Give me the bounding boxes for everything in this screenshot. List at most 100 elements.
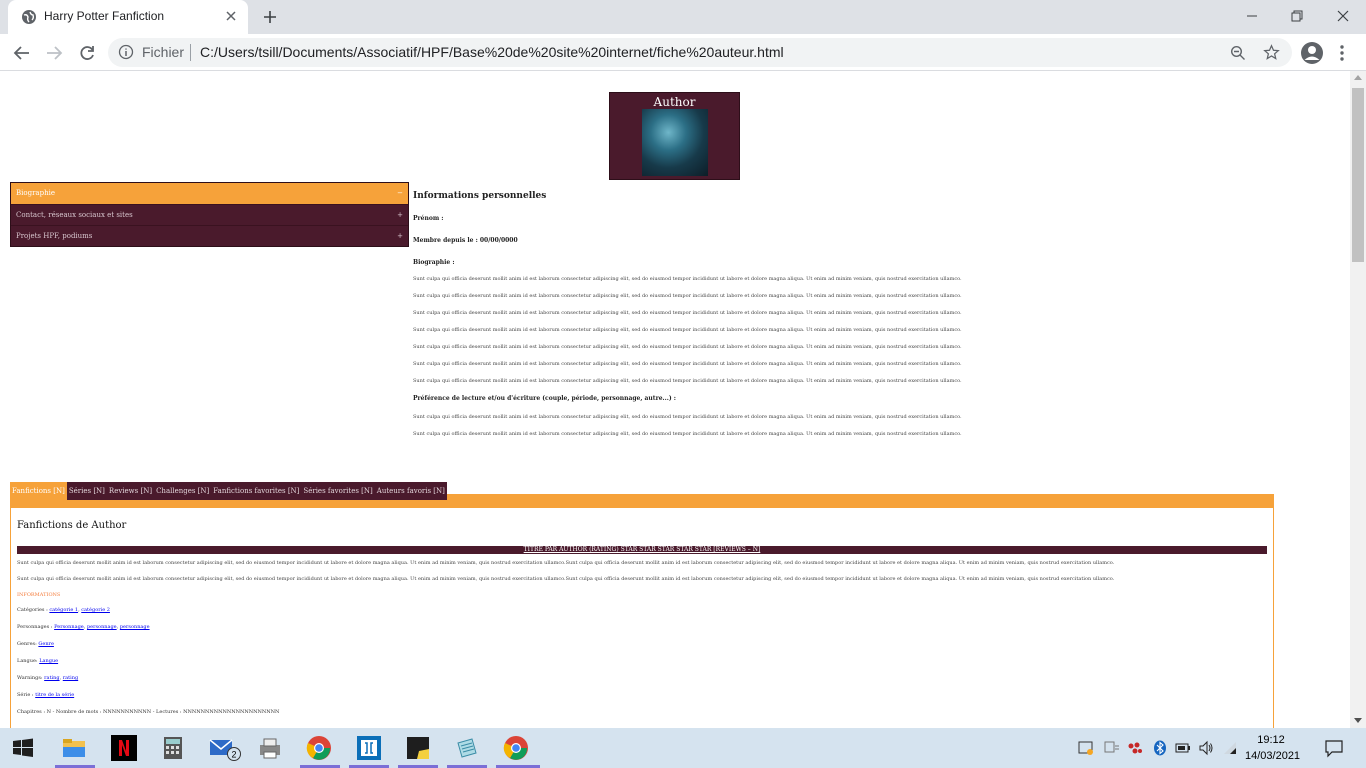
bluetooth-icon[interactable] <box>1152 740 1168 756</box>
accordion-item-biographie[interactable]: Biographie − <box>11 183 408 204</box>
notepad-icon[interactable] <box>454 735 480 761</box>
file-explorer-icon[interactable] <box>61 735 87 761</box>
mail-icon[interactable]: 2 <box>208 735 242 761</box>
tray-red-app-icon[interactable] <box>1127 740 1143 756</box>
expand-icon: + <box>397 232 403 240</box>
language-link[interactable]: Langue <box>39 658 58 664</box>
scroll-down-arrow-icon[interactable] <box>1354 718 1362 723</box>
mail-badge: 2 <box>231 750 236 760</box>
profile-avatar-icon[interactable] <box>1300 41 1324 65</box>
tab-series-favorites[interactable]: Séries favorites [N] <box>301 482 374 500</box>
restore-icon[interactable] <box>1287 6 1307 26</box>
pref-paragraph: Sunt culpa qui officia deserunt mollit a… <box>413 431 962 437</box>
close-tab-icon[interactable] <box>224 9 238 23</box>
accordion-item-projets[interactable]: Projets HPF, podiums + <box>11 225 408 246</box>
chrome-icon[interactable] <box>503 735 529 761</box>
zoom-icon[interactable] <box>1230 45 1246 61</box>
bookmark-star-icon[interactable] <box>1263 44 1280 61</box>
windows-start-icon[interactable] <box>12 738 34 758</box>
notifications-icon[interactable] <box>1324 738 1344 758</box>
printer-icon[interactable] <box>257 735 283 761</box>
tray-device-icon[interactable] <box>1104 740 1120 756</box>
series-link[interactable]: titre de la série <box>35 692 74 698</box>
genre-link[interactable]: Genre <box>38 641 54 647</box>
tab-fanfictions[interactable]: Fanfictions [N] <box>10 482 67 500</box>
globe-icon <box>22 10 36 24</box>
new-tab-icon[interactable] <box>262 9 278 25</box>
accordion-label: Biographie <box>16 189 55 197</box>
menu-kebab-icon[interactable] <box>1336 43 1348 63</box>
row-label: Catégories : <box>17 607 48 613</box>
prenom-label: Prénom : <box>413 215 444 222</box>
browser-tabstrip: Harry Potter Fanfiction <box>0 0 1366 34</box>
fic-summary: Sunt culpa qui officia deserunt mollit a… <box>17 560 1115 566</box>
row-label: Warnings: <box>17 675 43 681</box>
bio-paragraph: Sunt culpa qui officia deserunt mollit a… <box>413 276 962 282</box>
accordion-label: Projets HPF, podiums <box>16 232 93 240</box>
system-clock[interactable]: 19:12 14/03/2021 <box>1245 732 1300 764</box>
close-window-icon[interactable] <box>1333 6 1353 26</box>
scrollbar-thumb[interactable] <box>1352 88 1364 262</box>
pref-paragraph: Sunt culpa qui officia deserunt mollit a… <box>413 414 962 420</box>
page-scrollbar[interactable] <box>1350 71 1366 728</box>
browser-tab[interactable]: Harry Potter Fanfiction <box>8 0 248 34</box>
fic-summary: Sunt culpa qui officia deserunt mollit a… <box>17 576 1115 582</box>
forward-arrow-icon[interactable] <box>44 43 64 63</box>
browser-toolbar: Fichier C:/Users/tsill/Documents/Associa… <box>0 34 1366 71</box>
category-link[interactable]: catégorie 1 <box>49 607 78 613</box>
warning-link[interactable]: rating <box>63 675 78 681</box>
panel-heading: Fanfictions de Author <box>17 520 127 531</box>
bio-paragraph: Sunt culpa qui officia deserunt mollit a… <box>413 361 962 367</box>
tab-fanfictions-favorites[interactable]: Fanfictions favorites [N] <box>211 482 301 500</box>
serie-row: Série : titre de la série <box>17 692 1267 699</box>
scroll-up-arrow-icon[interactable] <box>1354 75 1362 80</box>
character-link[interactable]: personnage <box>87 624 117 630</box>
content-tabs: Fanfictions [N] Séries [N] Reviews [N] C… <box>10 482 1274 508</box>
battery-icon[interactable] <box>1175 740 1191 756</box>
app-bracket-icon[interactable] <box>356 735 382 761</box>
informations-label: INFORMATIONS <box>17 592 61 598</box>
bio-paragraph: Sunt culpa qui officia deserunt mollit a… <box>413 293 962 299</box>
url-text[interactable]: C:/Users/tsill/Documents/Associatif/HPF/… <box>200 44 784 60</box>
info-icon[interactable] <box>118 44 134 60</box>
page-viewport: Author Biographie − Contact, réseaux soc… <box>0 71 1350 728</box>
sticky-notes-icon[interactable] <box>405 735 431 761</box>
expand-icon: + <box>397 211 403 219</box>
clock-time: 19:12 <box>1257 734 1285 746</box>
wifi-icon[interactable] <box>1222 740 1238 756</box>
row-label: Personnages : <box>17 624 53 630</box>
character-link[interactable]: personnage <box>120 624 150 630</box>
tab-series[interactable]: Séries [N] <box>67 482 107 500</box>
member-since: Membre depuis le : 00/00/0000 <box>413 237 518 244</box>
tab-title: Harry Potter Fanfiction <box>44 9 165 23</box>
collapse-icon: − <box>397 189 403 197</box>
character-link[interactable]: Personnage <box>54 624 84 630</box>
minimize-icon[interactable] <box>1242 6 1262 26</box>
scheme-label: Fichier <box>142 44 185 60</box>
tray-app-icon[interactable] <box>1078 740 1094 756</box>
row-label: Série : <box>17 692 34 698</box>
windows-taskbar: 2 19:12 14/03/2021 <box>0 728 1366 768</box>
omnibox-separator <box>190 44 191 61</box>
chrome-icon[interactable] <box>306 735 332 761</box>
bio-paragraph: Sunt culpa qui officia deserunt mollit a… <box>413 378 962 384</box>
volume-icon[interactable] <box>1198 740 1214 756</box>
category-link[interactable]: catégorie 2 <box>81 607 110 613</box>
reload-icon[interactable] <box>77 43 97 63</box>
tab-reviews[interactable]: Reviews [N] <box>107 482 154 500</box>
tab-auteurs-favoris[interactable]: Auteurs favoris [N] <box>375 482 447 500</box>
fic-title-link[interactable]: TITRE PAR AUTHOR (RATING) STAR STAR STAR… <box>17 546 1267 554</box>
warning-link[interactable]: rating <box>44 675 59 681</box>
personal-info-section: Informations personnelles Prénom : Membr… <box>413 191 1343 448</box>
bio-paragraph: Sunt culpa qui officia deserunt mollit a… <box>413 344 962 350</box>
calculator-icon[interactable] <box>160 735 186 761</box>
author-name: Author <box>653 95 696 109</box>
address-bar[interactable]: Fichier C:/Users/tsill/Documents/Associa… <box>108 38 1292 67</box>
tab-challenges[interactable]: Challenges [N] <box>154 482 211 500</box>
accordion-item-contact[interactable]: Contact, réseaux sociaux et sites + <box>11 204 408 225</box>
author-avatar <box>642 109 708 176</box>
langue-row: Langue: Langue <box>17 658 1267 665</box>
netflix-icon[interactable] <box>111 735 137 761</box>
back-arrow-icon[interactable] <box>12 43 32 63</box>
genres-row: Genres: Genre <box>17 641 1267 648</box>
